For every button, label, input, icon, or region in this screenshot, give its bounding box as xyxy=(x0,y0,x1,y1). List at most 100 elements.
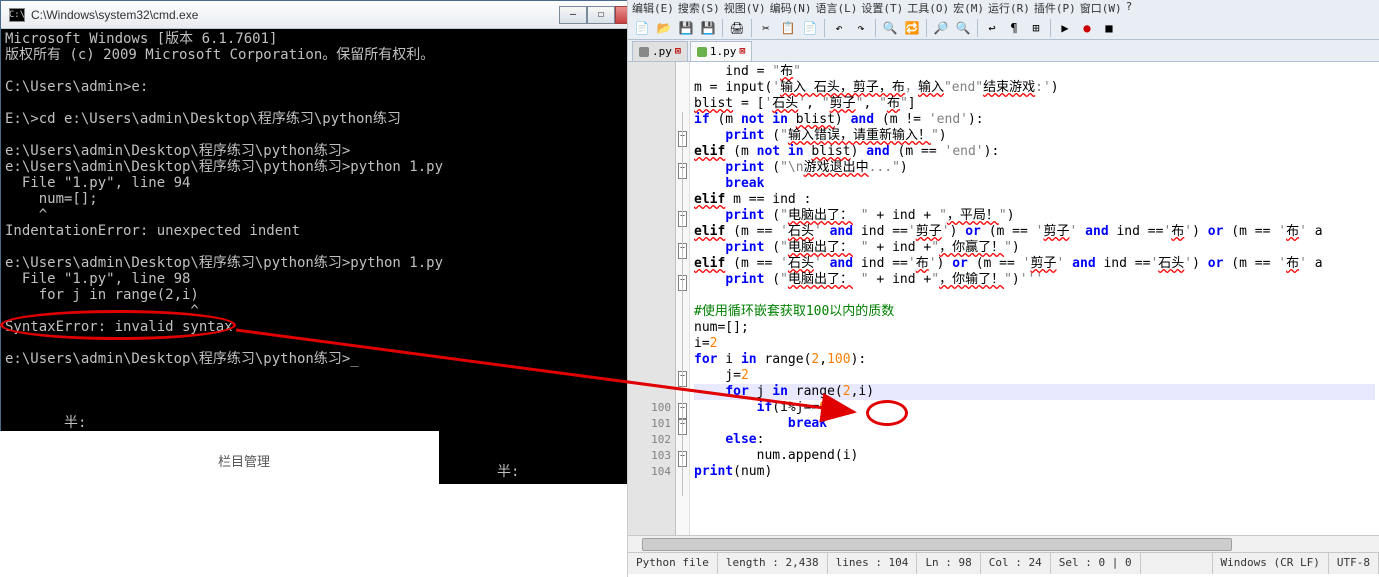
paste-icon[interactable]: 📄 xyxy=(800,18,820,38)
menu-item[interactable]: ? xyxy=(1126,0,1133,16)
code-line[interactable]: else: xyxy=(694,432,1375,448)
line-number xyxy=(628,352,675,368)
code-area[interactable]: 100101102103104 −−−−−−−−− ind = "布"m = i… xyxy=(628,62,1379,535)
notepadpp-window: 编辑(E) 搜索(S) 视图(V) 编码(N) 语言(L) 设置(T) 工具(O… xyxy=(627,0,1379,577)
code-line[interactable]: print ("电脑出了： " + ind +"，你输了！")''' xyxy=(694,272,1375,288)
maximize-button[interactable]: ☐ xyxy=(587,6,615,24)
open-icon[interactable]: 📂 xyxy=(654,18,674,38)
tab[interactable]: .py⊠ xyxy=(632,41,688,61)
code-line[interactable]: i=2 xyxy=(694,336,1375,352)
line-number xyxy=(628,128,675,144)
code-line[interactable]: num.append(i) xyxy=(694,448,1375,464)
macro-record-icon[interactable]: ● xyxy=(1077,18,1097,38)
menu-item[interactable]: 搜索(S) xyxy=(678,0,720,16)
code-line[interactable]: elif (m == '石头' and ind =='布') or (m == … xyxy=(694,256,1375,272)
code-line[interactable]: print ("\n游戏退出中...") xyxy=(694,160,1375,176)
code-line[interactable]: m = input('输入 石头，剪子，布，输入"end"结束游戏:') xyxy=(694,80,1375,96)
tab-label: .py xyxy=(652,45,672,58)
code-line[interactable]: break xyxy=(694,176,1375,192)
line-number xyxy=(628,240,675,256)
undo-icon[interactable]: ↶ xyxy=(829,18,849,38)
menu-item[interactable]: 插件(P) xyxy=(1034,0,1076,16)
show-all-icon[interactable]: ¶ xyxy=(1004,18,1024,38)
tabbar[interactable]: .py⊠1.py⊠ xyxy=(628,40,1379,62)
line-number xyxy=(628,144,675,160)
code-line[interactable]: break xyxy=(694,416,1375,432)
code-line[interactable]: #使用循环嵌套获取100以内的质数 xyxy=(694,304,1375,320)
menu-item[interactable]: 工具(O) xyxy=(907,0,949,16)
code-editor[interactable]: ind = "布"m = input('输入 石头，剪子，布，输入"end"结束… xyxy=(690,62,1379,535)
find-icon[interactable]: 🔍 xyxy=(880,18,900,38)
toolbar[interactable]: 📄 📂 💾 💾 🖨 ✂ 📋 📄 ↶ ↷ 🔍 🔁 🔎 🔍 ↩ ¶ ⊞ ▶ ● ■ xyxy=(628,16,1379,40)
status-col: Col : 24 xyxy=(981,553,1051,574)
statusbar: Python file length : 2,438 lines : 104 L… xyxy=(628,552,1379,574)
zoom-out-icon[interactable]: 🔍 xyxy=(953,18,973,38)
line-number: 100 xyxy=(628,400,675,416)
code-line[interactable]: ind = "布" xyxy=(694,64,1375,80)
line-number: 102 xyxy=(628,432,675,448)
line-number xyxy=(628,160,675,176)
code-line[interactable]: elif m == ind : xyxy=(694,192,1375,208)
cmd-titlebar[interactable]: C:\ C:\Windows\system32\cmd.exe — ☐ ✕ xyxy=(1,1,661,29)
code-line[interactable]: print ("输入错误，请重新输入！") xyxy=(694,128,1375,144)
save-all-icon[interactable]: 💾 xyxy=(698,18,718,38)
code-line[interactable]: if (m not in blist) and (m != 'end'): xyxy=(694,112,1375,128)
scrollbar-thumb[interactable] xyxy=(642,538,1232,551)
code-line[interactable]: elif (m not in blist) and (m == 'end'): xyxy=(694,144,1375,160)
line-number xyxy=(628,208,675,224)
status-sel: Sel : 0 | 0 xyxy=(1051,553,1141,574)
code-line[interactable]: print(num) xyxy=(694,464,1375,480)
menu-item[interactable]: 运行(R) xyxy=(988,0,1030,16)
zoom-in-icon[interactable]: 🔎 xyxy=(931,18,951,38)
replace-icon[interactable]: 🔁 xyxy=(902,18,922,38)
macro-stop-icon[interactable]: ■ xyxy=(1099,18,1119,38)
print-icon[interactable]: 🖨 xyxy=(727,18,747,38)
save-icon[interactable]: 💾 xyxy=(676,18,696,38)
code-line[interactable]: blist = ['石头', "剪子", "布"] xyxy=(694,96,1375,112)
line-number xyxy=(628,224,675,240)
menu-item[interactable]: 语言(L) xyxy=(816,0,858,16)
status-ln: Ln : 98 xyxy=(917,553,980,574)
code-line[interactable]: elif (m == '石头' and ind =='剪子') or (m ==… xyxy=(694,224,1375,240)
line-number xyxy=(628,336,675,352)
fold-column[interactable]: −−−−−−−−− xyxy=(676,62,690,535)
indent-guide-icon[interactable]: ⊞ xyxy=(1026,18,1046,38)
code-line[interactable]: j=2 xyxy=(694,368,1375,384)
tab[interactable]: 1.py⊠ xyxy=(690,41,753,61)
menu-item[interactable]: 编码(N) xyxy=(770,0,812,16)
menu-item[interactable]: 编辑(E) xyxy=(632,0,674,16)
macro-play-icon[interactable]: ▶ xyxy=(1055,18,1075,38)
cmd-title: C:\Windows\system32\cmd.exe xyxy=(31,8,559,22)
cmd-output[interactable]: Microsoft Windows [版本 6.1.7601] 版权所有 (c)… xyxy=(1,29,661,431)
menubar[interactable]: 编辑(E) 搜索(S) 视图(V) 编码(N) 语言(L) 设置(T) 工具(O… xyxy=(628,0,1379,16)
line-number xyxy=(628,176,675,192)
file-icon xyxy=(639,47,649,57)
code-line[interactable] xyxy=(694,288,1375,304)
code-line[interactable]: print ("电脑出了： " + ind + "，平局！") xyxy=(694,208,1375,224)
code-line[interactable] xyxy=(694,480,1375,496)
code-line[interactable]: num=[]; xyxy=(694,320,1375,336)
tab-close-icon[interactable]: ⊠ xyxy=(675,46,681,57)
code-line[interactable]: for i in range(2,100): xyxy=(694,352,1375,368)
menu-item[interactable]: 窗口(W) xyxy=(1080,0,1122,16)
redo-icon[interactable]: ↷ xyxy=(851,18,871,38)
menu-item[interactable]: 设置(T) xyxy=(861,0,903,16)
wrap-icon[interactable]: ↩ xyxy=(982,18,1002,38)
status-spacer xyxy=(1141,553,1213,574)
menu-item[interactable]: 视图(V) xyxy=(724,0,766,16)
line-number xyxy=(628,384,675,400)
tab-close-icon[interactable]: ⊠ xyxy=(739,46,745,57)
line-number xyxy=(628,112,675,128)
new-file-icon[interactable]: 📄 xyxy=(632,18,652,38)
tab-label: 1.py xyxy=(710,45,737,58)
ime-indicator: 半: xyxy=(439,431,627,484)
cut-icon[interactable]: ✂ xyxy=(756,18,776,38)
menu-item[interactable]: 宏(M) xyxy=(953,0,984,16)
code-line[interactable]: for j in range(2,i) xyxy=(694,384,1375,400)
minimize-button[interactable]: — xyxy=(559,6,587,24)
horizontal-scrollbar[interactable] xyxy=(628,535,1379,552)
copy-icon[interactable]: 📋 xyxy=(778,18,798,38)
code-line[interactable]: print ("电脑出了： " + ind +"，你赢了！") xyxy=(694,240,1375,256)
line-number xyxy=(628,256,675,272)
code-line[interactable]: if(i%j==0): xyxy=(694,400,1375,416)
